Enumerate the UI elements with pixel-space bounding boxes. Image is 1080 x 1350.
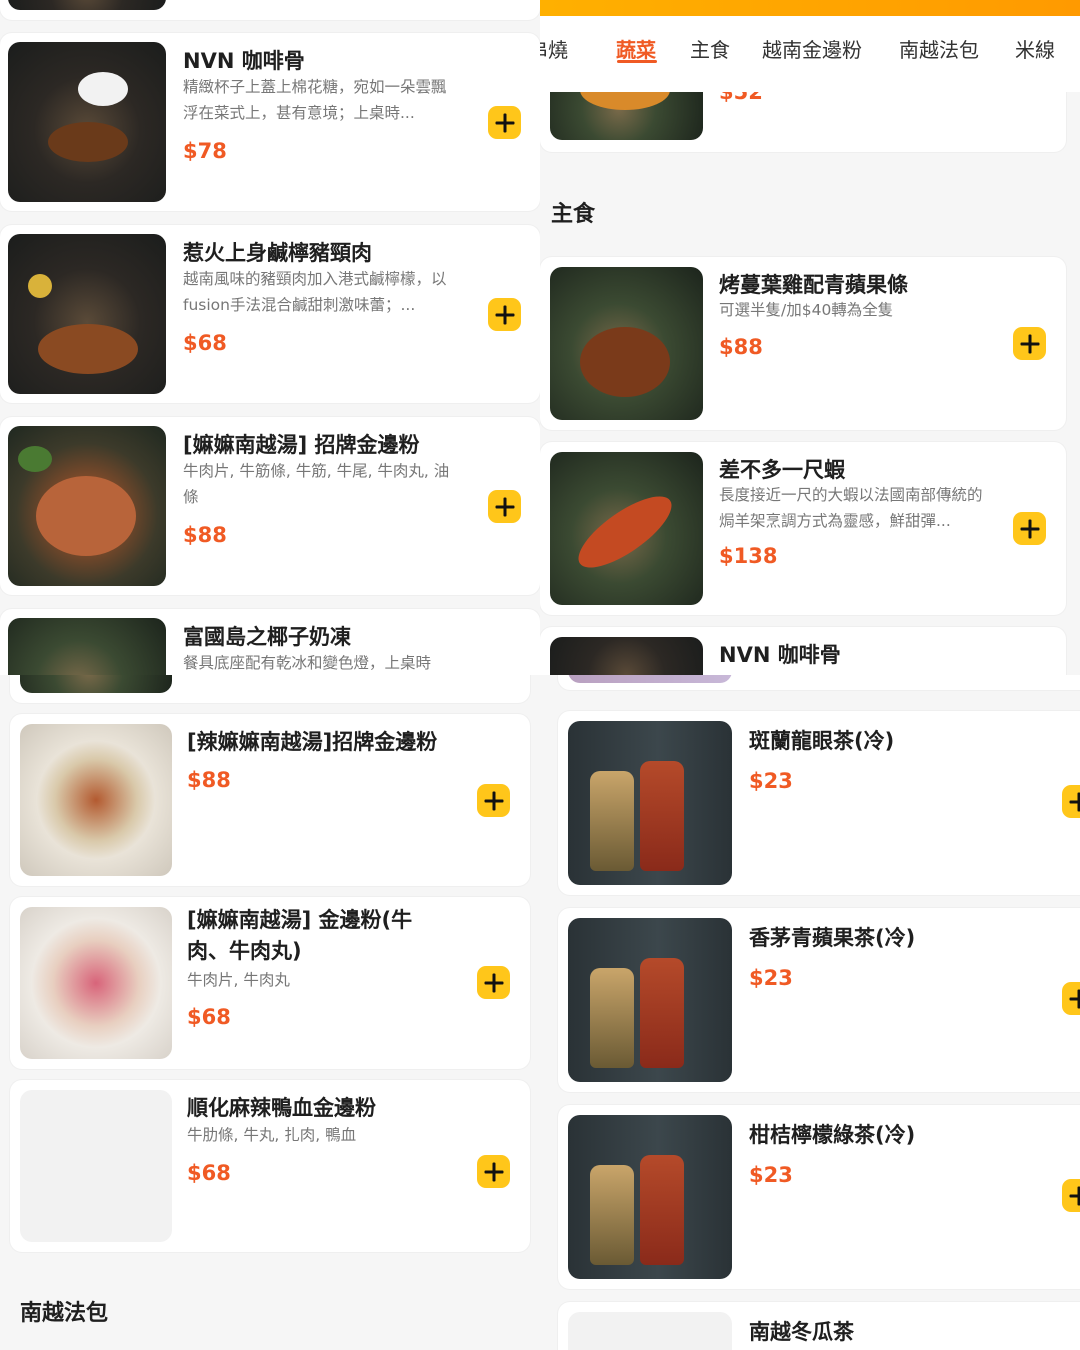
tab-mains[interactable]: 主食 bbox=[690, 34, 730, 63]
spicy-pho-photo bbox=[20, 724, 172, 876]
add-to-cart-button[interactable] bbox=[488, 106, 521, 139]
section-heading-banh-mi: 南越法包 bbox=[20, 1301, 109, 1326]
menu-panel-bottom-left: [辣嫲嫲南越湯]招牌金邊粉 $88 [嫲嫲南越湯] 金邊粉(牛肉、牛肉丸) 牛肉… bbox=[0, 675, 540, 1350]
add-to-cart-button[interactable] bbox=[1062, 785, 1080, 818]
bottled-tea-photo bbox=[568, 1115, 732, 1279]
section-heading-mains: 主食 bbox=[551, 202, 596, 227]
tab-vegetables[interactable]: 蔬菜 bbox=[616, 34, 656, 63]
partial-food-image bbox=[568, 675, 732, 683]
menu-item-card[interactable]: 順化麻辣鴨血金邊粉 牛肋條, 牛丸, 扎肉, 鴨血 $68 bbox=[10, 1080, 530, 1252]
item-title: 烤蔓葉雞配青蘋果條 bbox=[719, 273, 908, 297]
coffee-ribs-photo bbox=[8, 42, 166, 202]
item-price: $88 bbox=[183, 523, 227, 547]
menu-card-partial bbox=[0, 0, 540, 20]
item-title: 富國島之椰子奶凍 bbox=[183, 625, 351, 649]
menu-item-card[interactable]: NVN 咖啡骨 精緻杯子上蓋上棉花糖，宛如一朵雲飄浮在菜式上，甚有意境；上桌時.… bbox=[0, 33, 540, 211]
menu-item-card-partial bbox=[558, 675, 1080, 690]
add-to-cart-button[interactable] bbox=[1013, 327, 1046, 360]
drink-item-card[interactable]: 斑蘭龍眼茶(冷) $23 bbox=[558, 711, 1080, 895]
partial-food-image bbox=[8, 0, 166, 10]
pho-noodle-photo bbox=[8, 426, 166, 586]
item-description: 牛肋條, 牛丸, 扎肉, 鴨血 bbox=[187, 1126, 357, 1144]
item-title: NVN 咖啡骨 bbox=[719, 643, 841, 667]
placeholder-image bbox=[568, 1312, 732, 1350]
add-to-cart-button[interactable] bbox=[477, 1155, 510, 1188]
item-title: [嫲嫲南越湯] 招牌金邊粉 bbox=[183, 433, 420, 457]
add-to-cart-button[interactable] bbox=[1062, 982, 1080, 1015]
tab-skewers[interactable]: 串燒 bbox=[540, 34, 568, 63]
drink-item-card[interactable]: 柑桔檸檬綠茶(冷) $23 bbox=[558, 1105, 1080, 1289]
item-price: $68 bbox=[187, 1161, 231, 1185]
coconut-pudding-photo bbox=[20, 675, 172, 693]
menu-item-card[interactable]: [嫲嫲南越湯] 招牌金邊粉 牛肉片, 牛筋條, 牛筋, 牛尾, 牛肉丸, 油條 … bbox=[0, 417, 540, 595]
item-title: 柑桔檸檬綠茶(冷) bbox=[749, 1123, 916, 1147]
add-to-cart-button[interactable] bbox=[488, 490, 521, 523]
menu-item-card[interactable]: [辣嫲嫲南越湯]招牌金邊粉 $88 bbox=[10, 714, 530, 886]
coffee-ribs-photo bbox=[550, 637, 703, 675]
menu-item-card[interactable]: [嫲嫲南越湯] 金邊粉(牛肉、牛肉丸) 牛肉片, 牛肉丸 $68 bbox=[10, 897, 530, 1069]
item-title: 斑蘭龍眼茶(冷) bbox=[749, 729, 895, 753]
item-price: $68 bbox=[183, 331, 227, 355]
item-description: 牛肉片, 牛肉丸 bbox=[187, 971, 290, 989]
add-to-cart-button[interactable] bbox=[488, 298, 521, 331]
menu-panel-top-right: $52 串燒 蔬菜 主食 越南金邊粉 南越法包 米線 主食 烤蔓葉雞配青蘋果條 … bbox=[540, 0, 1080, 675]
menu-item-card[interactable]: NVN 咖啡骨 bbox=[540, 627, 1066, 675]
add-to-cart-button[interactable] bbox=[1013, 512, 1046, 545]
tab-pho[interactable]: 越南金邊粉 bbox=[762, 34, 862, 63]
item-price: $68 bbox=[187, 1005, 231, 1029]
add-to-cart-button[interactable] bbox=[477, 966, 510, 999]
item-title: 順化麻辣鴨血金邊粉 bbox=[187, 1096, 376, 1120]
tab-bar-top-strip bbox=[540, 0, 1080, 16]
menu-panel-bottom-right: 斑蘭龍眼茶(冷) $23 香茅青蘋果茶(冷) $23 柑桔檸檬綠茶(冷) $23… bbox=[540, 675, 1080, 1350]
item-price: $23 bbox=[749, 769, 793, 793]
add-to-cart-button[interactable] bbox=[477, 784, 510, 817]
bottled-tea-photo bbox=[568, 918, 732, 1082]
tab-rice-noodles[interactable]: 米線 bbox=[1015, 34, 1055, 63]
screenshot-collage: NVN 咖啡骨 精緻杯子上蓋上棉花糖，宛如一朵雲飄浮在菜式上，甚有意境；上桌時.… bbox=[0, 0, 1080, 1350]
item-title: NVN 咖啡骨 bbox=[183, 49, 305, 73]
pork-neck-photo bbox=[8, 234, 166, 394]
menu-panel-top-left: NVN 咖啡骨 精緻杯子上蓋上棉花糖，宛如一朵雲飄浮在菜式上，甚有意境；上桌時.… bbox=[0, 0, 540, 705]
drink-item-card[interactable]: 香茅青蘋果茶(冷) $23 bbox=[558, 908, 1080, 1092]
item-price: $88 bbox=[187, 768, 231, 792]
item-price: $23 bbox=[749, 966, 793, 990]
menu-item-card-partial bbox=[10, 675, 530, 703]
menu-item-card[interactable]: 惹火上身鹹檸豬頸肉 越南風味的豬頸肉加入港式鹹檸檬，以fusion手法混合鹹甜刺… bbox=[0, 225, 540, 403]
item-title: 南越冬瓜茶 bbox=[749, 1320, 854, 1344]
item-price: $23 bbox=[749, 1163, 793, 1187]
bottled-tea-photo bbox=[568, 721, 732, 885]
item-description: 餐具底座配有乾冰和變色燈，上桌時 bbox=[183, 654, 432, 672]
item-price: $88 bbox=[719, 335, 763, 359]
item-title: 惹火上身鹹檸豬頸肉 bbox=[183, 241, 372, 265]
item-description: 精緻杯子上蓋上棉花糖，宛如一朵雲飄浮在菜式上，甚有意境；上桌時... bbox=[183, 78, 447, 122]
category-tab-bar: 串燒 蔬菜 主食 越南金邊粉 南越法包 米線 bbox=[540, 0, 1080, 92]
item-title: 差不多一尺蝦 bbox=[719, 458, 845, 482]
menu-item-card[interactable]: 烤蔓葉雞配青蘋果條 可選半隻/加$40轉為全隻 $88 bbox=[540, 257, 1066, 430]
roast-chicken-photo bbox=[550, 267, 703, 420]
drink-item-card[interactable]: 南越冬瓜茶 bbox=[558, 1302, 1080, 1350]
item-title: [嫲嫲南越湯] 金邊粉(牛肉、牛肉丸) bbox=[187, 908, 413, 963]
item-title: 香茅青蘋果茶(冷) bbox=[749, 926, 916, 950]
item-title: [辣嫲嫲南越湯]招牌金邊粉 bbox=[187, 730, 438, 754]
add-to-cart-button[interactable] bbox=[1062, 1179, 1080, 1212]
item-price: $138 bbox=[719, 544, 778, 568]
beef-pho-photo bbox=[20, 907, 172, 1059]
item-description: 可選半隻/加$40轉為全隻 bbox=[719, 301, 894, 319]
active-tab-indicator bbox=[617, 60, 657, 63]
item-description: 牛肉片, 牛筋條, 牛筋, 牛尾, 牛肉丸, 油條 bbox=[183, 462, 450, 506]
menu-item-card[interactable]: 差不多一尺蝦 長度接近一尺的大蝦以法國南部傳統的焗羊架烹調方式為靈感，鮮甜彈..… bbox=[540, 442, 1066, 615]
item-description: 長度接近一尺的大蝦以法國南部傳統的焗羊架烹調方式為靈感，鮮甜彈... bbox=[719, 486, 983, 530]
tab-banh-mi[interactable]: 南越法包 bbox=[899, 34, 979, 63]
item-description: 越南風味的豬頸肉加入港式鹹檸檬，以fusion手法混合鹹甜刺激味蕾；... bbox=[183, 270, 447, 314]
giant-prawn-photo bbox=[550, 452, 703, 605]
placeholder-image bbox=[20, 1090, 172, 1242]
item-price: $78 bbox=[183, 139, 227, 163]
